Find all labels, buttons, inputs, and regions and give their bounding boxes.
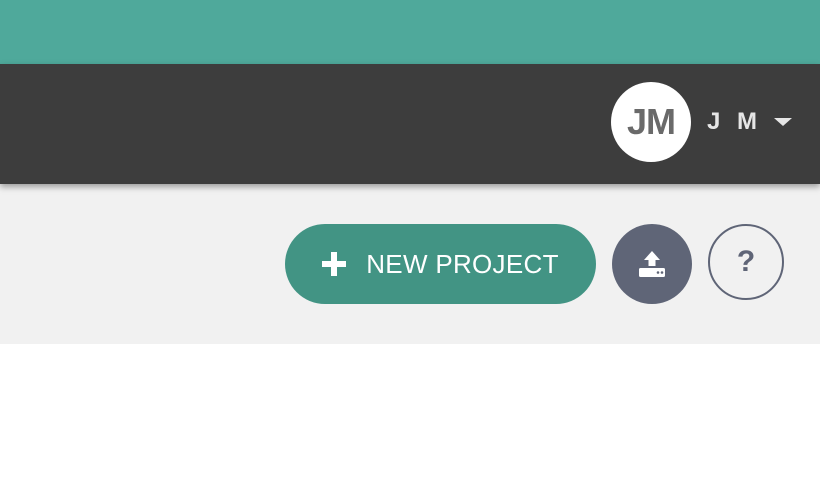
help-button[interactable]: ? bbox=[708, 224, 784, 300]
plus-icon bbox=[322, 252, 347, 276]
avatar-initials: JM bbox=[626, 101, 676, 142]
user-menu[interactable]: JM J M bbox=[610, 82, 792, 162]
new-project-label: NEW PROJECT bbox=[366, 248, 559, 279]
caret-down-icon[interactable] bbox=[774, 118, 792, 126]
new-project-button[interactable]: NEW PROJECT bbox=[285, 224, 596, 304]
user-name[interactable]: J M bbox=[707, 108, 762, 136]
upload-icon bbox=[639, 251, 665, 277]
app-header: JM J M bbox=[0, 64, 820, 184]
question-icon: ? bbox=[736, 245, 756, 278]
avatar[interactable]: JM bbox=[610, 82, 691, 162]
project-toolbar: NEW PROJECT ? bbox=[0, 184, 820, 344]
upload-button[interactable] bbox=[612, 224, 692, 304]
top-accent-band bbox=[0, 0, 820, 64]
